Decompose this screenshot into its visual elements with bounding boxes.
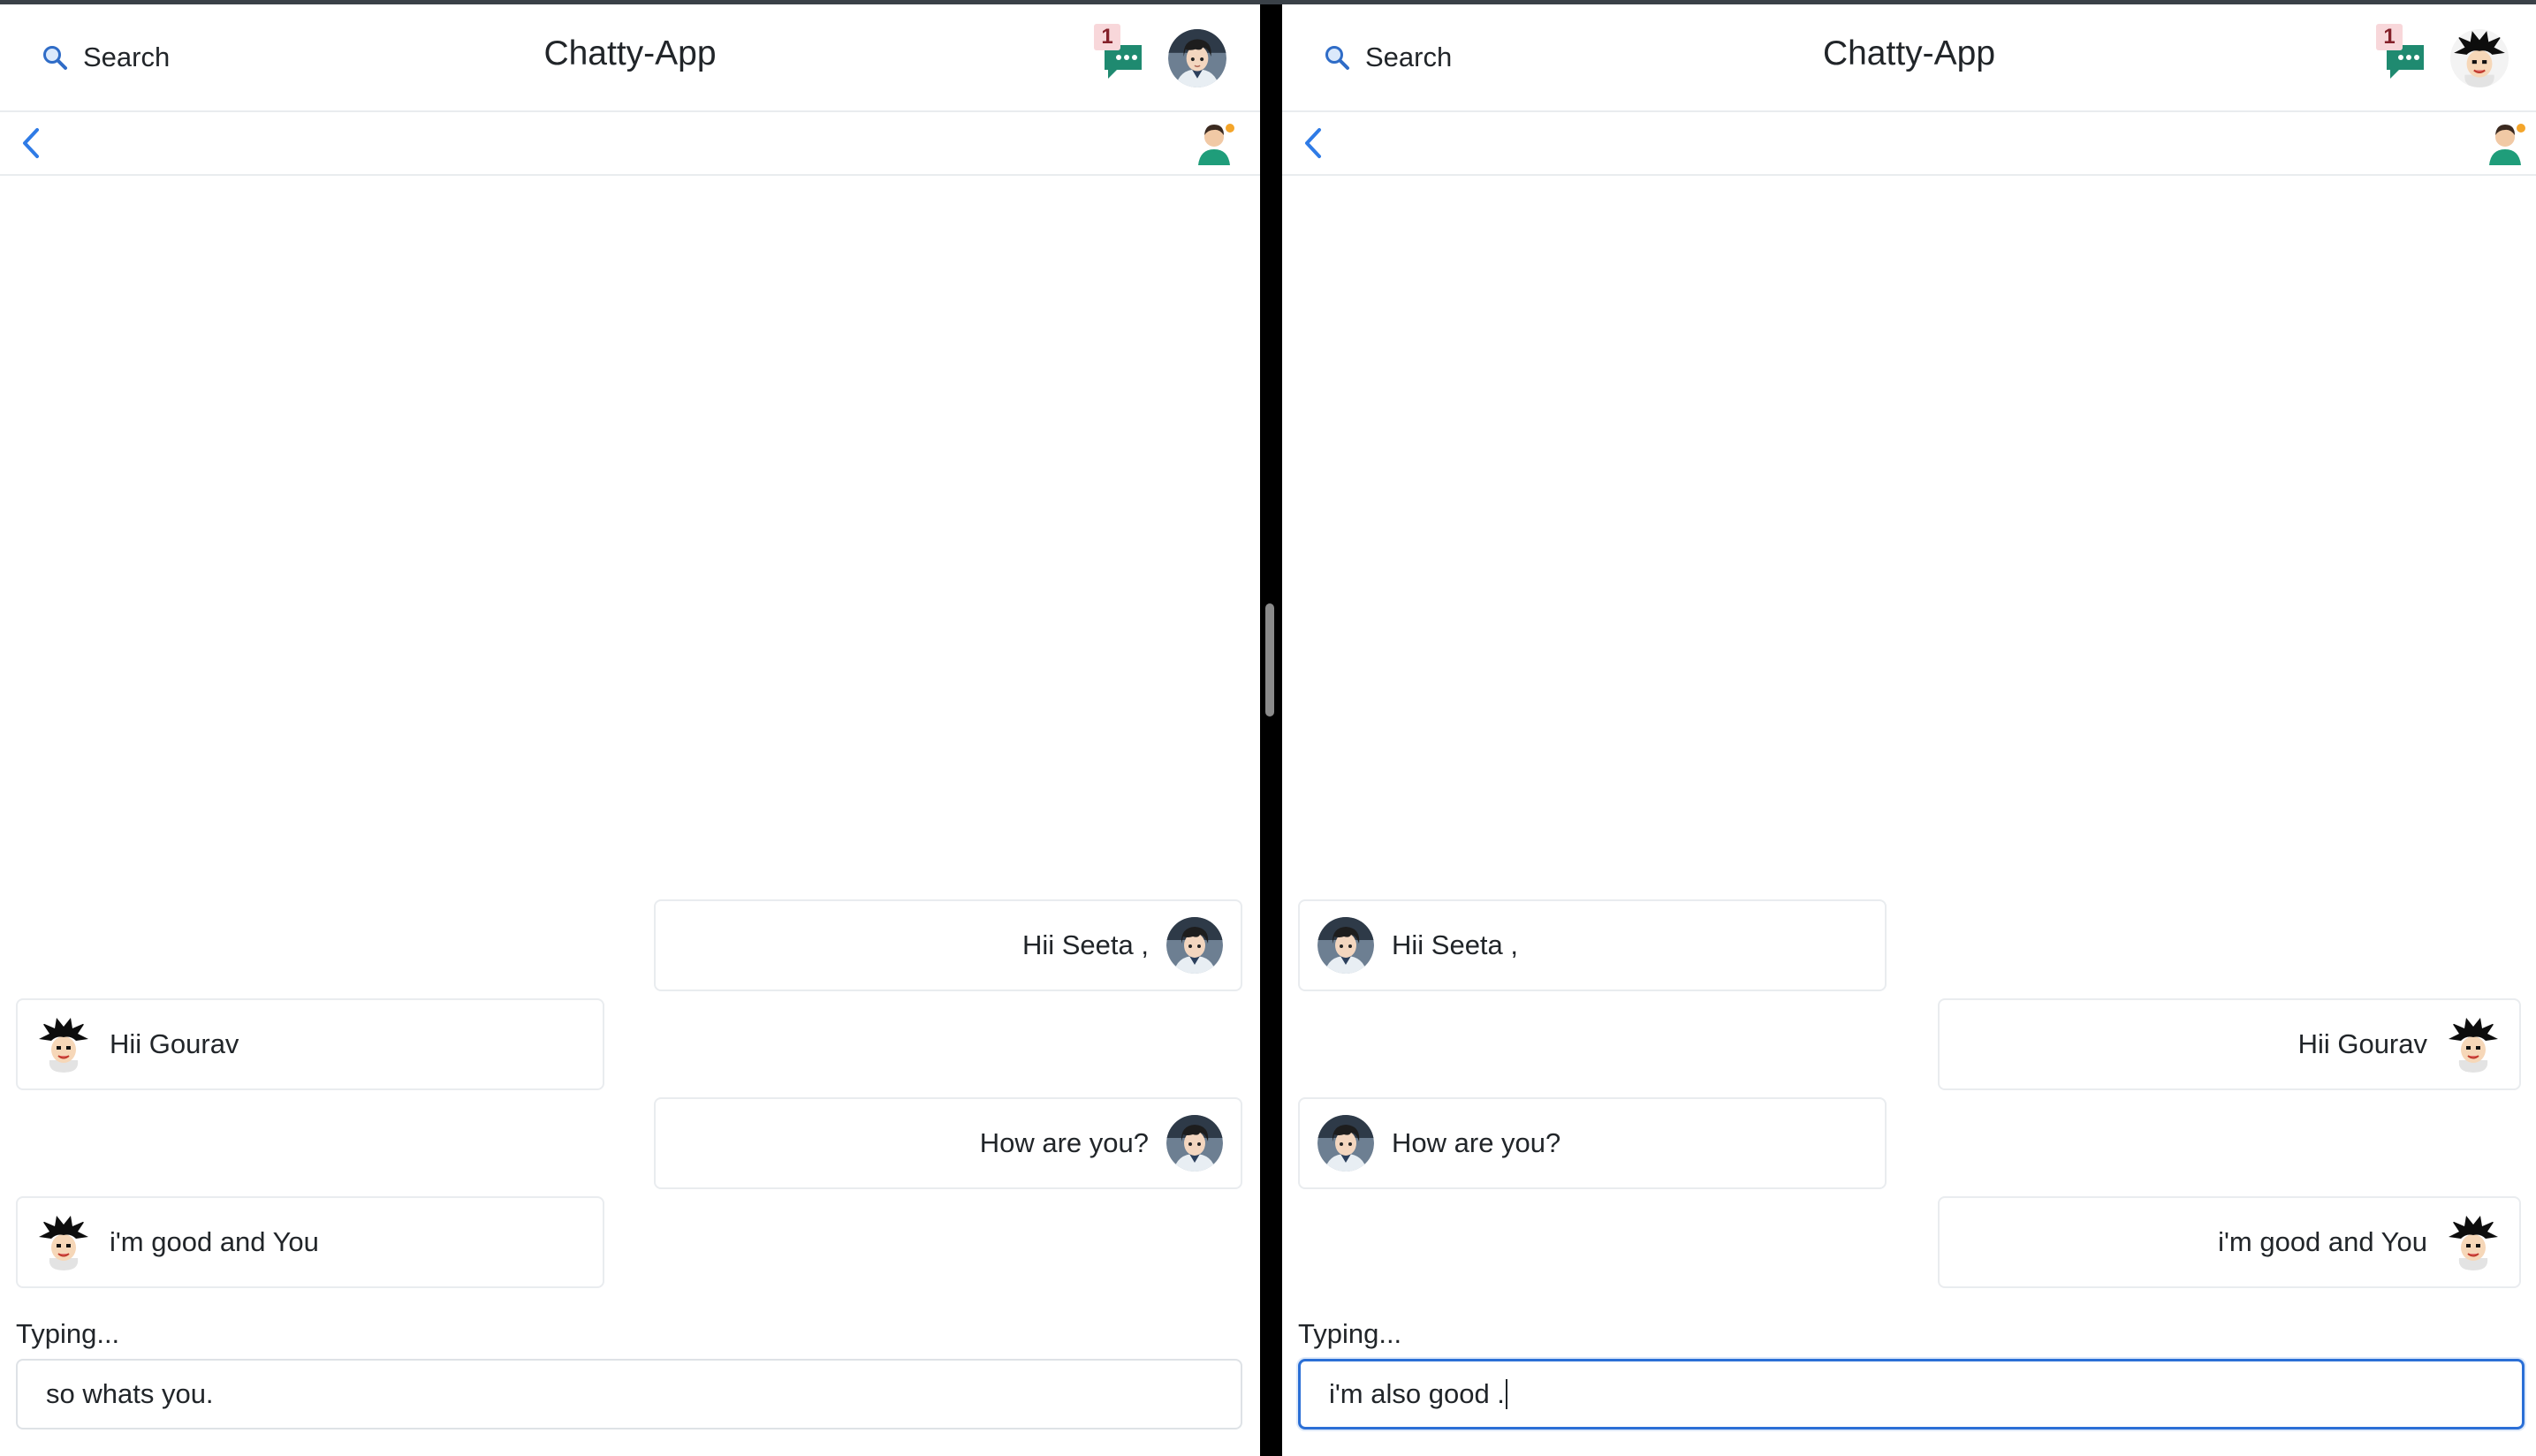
message-bubble-sent: Hii Gourav <box>1938 998 2521 1090</box>
message-text: Hii Gourav <box>2297 1028 2427 1059</box>
text-caret <box>1505 1379 1507 1409</box>
boy-avatar-icon <box>1166 1115 1223 1172</box>
search-label: Search <box>1365 42 1453 72</box>
spiky-hair-avatar <box>35 1214 92 1270</box>
message-input[interactable]: i'm also good . <box>1298 1359 2525 1429</box>
app-title-wrap: Chatty-App <box>1282 34 2536 73</box>
spiky-hair-avatar-icon <box>35 1214 92 1270</box>
message-text: Hii Seeta , <box>1392 929 1519 960</box>
message-input-value: i'm also good . <box>1329 1378 1505 1409</box>
left-chat-window: Search Chatty-App 1 Hii Seeta , Hii Gour… <box>0 4 1260 1456</box>
message-bubble-received: Hii Seeta , <box>1298 899 1887 991</box>
message-bubble-sent: How are you? <box>654 1097 1242 1189</box>
boy-avatar-icon <box>1168 29 1226 87</box>
search-label: Search <box>83 42 171 72</box>
search-icon <box>1325 46 1349 70</box>
app-title: Chatty-App <box>1822 34 1996 72</box>
app-title-wrap: Chatty-App <box>0 34 1260 73</box>
boy-avatar-icon <box>1317 1115 1374 1172</box>
message-text: i'm good and You <box>2218 1226 2427 1257</box>
message-text: How are you? <box>1392 1127 1561 1158</box>
spiky-hair-avatar-icon <box>2445 1016 2502 1073</box>
search-button[interactable]: Search <box>1323 40 1452 75</box>
boy-avatar-icon <box>1166 917 1223 974</box>
person-online-icon[interactable] <box>2486 119 2530 165</box>
boy-avatar <box>1166 917 1223 974</box>
app-title: Chatty-App <box>543 34 717 72</box>
spiky-hair-avatar <box>35 1016 92 1073</box>
typing-indicator: Typing... <box>16 1318 120 1349</box>
spiky-hair-avatar-icon <box>2445 1214 2502 1270</box>
navbar: Search Chatty-App 1 <box>0 4 1260 112</box>
message-text: Hii Seeta , <box>1021 929 1149 960</box>
profile-avatar-spiky-hair[interactable] <box>2450 29 2509 87</box>
search-button[interactable]: Search <box>41 40 170 75</box>
spiky-hair-avatar-icon <box>35 1016 92 1073</box>
notification-badge: 1 <box>1094 24 1120 50</box>
message-text: i'm good and You <box>110 1226 319 1257</box>
message-input[interactable]: so whats you. <box>16 1359 1242 1429</box>
message-input-value: so whats you. <box>46 1378 214 1409</box>
spiky-hair-avatar <box>2445 1214 2502 1270</box>
typing-indicator: Typing... <box>1298 1318 1402 1349</box>
chat-subbar <box>1282 112 2536 176</box>
profile-avatar-boy[interactable] <box>1168 29 1226 87</box>
message-bubble-sent: i'm good and You <box>1938 1196 2521 1288</box>
back-chevron-icon[interactable] <box>18 126 48 160</box>
boy-avatar <box>1166 1115 1223 1172</box>
boy-avatar <box>1317 917 1374 974</box>
chat-subbar <box>0 112 1260 176</box>
message-bubble-received: Hii Gourav <box>16 998 604 1090</box>
right-chat-window: Search Chatty-App 1 Hii Seeta , Hii Gour… <box>1282 4 2536 1456</box>
notifications-button[interactable]: 1 <box>1094 24 1143 79</box>
message-text: Hii Gourav <box>110 1028 239 1059</box>
message-bubble-sent: Hii Seeta , <box>654 899 1242 991</box>
message-text: How are you? <box>979 1127 1149 1158</box>
back-chevron-icon[interactable] <box>1300 126 1330 160</box>
spiky-hair-avatar-icon <box>2450 29 2509 87</box>
message-bubble-received: i'm good and You <box>16 1196 604 1288</box>
spiky-hair-avatar <box>2445 1016 2502 1073</box>
boy-avatar-icon <box>1317 917 1374 974</box>
search-icon <box>43 46 67 70</box>
person-online-icon[interactable] <box>1195 119 1239 165</box>
notification-badge: 1 <box>2376 24 2403 50</box>
split-view-divider-handle[interactable] <box>1265 603 1274 717</box>
message-bubble-received: How are you? <box>1298 1097 1887 1189</box>
boy-avatar <box>1317 1115 1374 1172</box>
notifications-button[interactable]: 1 <box>2376 24 2426 79</box>
navbar: Search Chatty-App 1 <box>1282 4 2536 112</box>
